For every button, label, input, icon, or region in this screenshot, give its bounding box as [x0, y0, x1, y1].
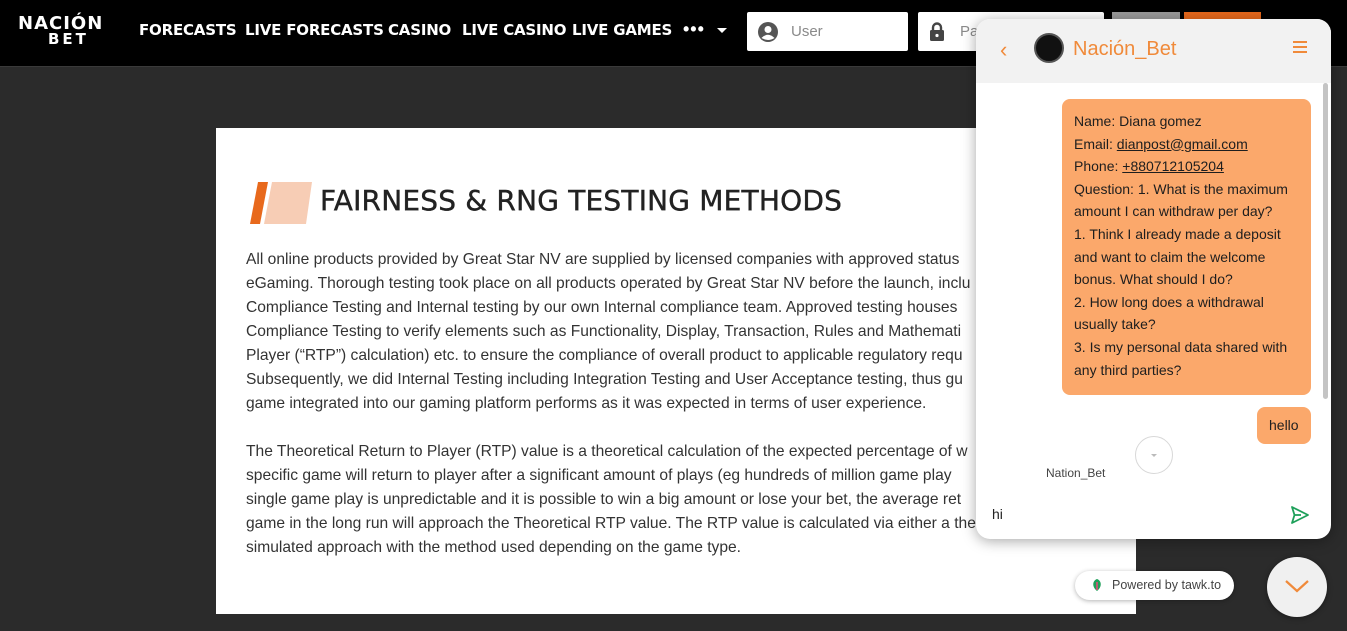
message-line: Question: 1. What is the maximum	[1074, 178, 1299, 201]
chat-minimize-button[interactable]	[1267, 557, 1327, 617]
message-line: usually take?	[1074, 313, 1299, 336]
chat-scrollbar[interactable]	[1323, 83, 1328, 399]
user-icon	[758, 22, 778, 42]
nav-forecasts[interactable]: FORECASTS	[139, 20, 237, 40]
message-line: 3. Is my personal data shared with	[1074, 336, 1299, 359]
powered-by-tawk-badge[interactable]: Powered by tawk.to	[1075, 571, 1234, 600]
message-line: 1. Think I already made a deposit	[1074, 223, 1299, 246]
message-line-text: any third parties?	[1074, 361, 1182, 378]
logo-line2: BET	[48, 30, 89, 48]
message-line: Name: Diana gomez	[1074, 110, 1299, 133]
page-title: FAIRNESS & RNG TESTING METHODS	[320, 184, 843, 217]
nav-live-games[interactable]: LIVE GAMES	[572, 20, 672, 40]
message-link[interactable]: dianpost@gmail.com	[1117, 136, 1248, 152]
agent-label: Nation_Bet	[1046, 466, 1106, 480]
message-line-text: Phone:	[1074, 158, 1123, 175]
message-line-text: 1. Think I already made a deposit	[1074, 225, 1281, 242]
tawk-leaf-icon	[1093, 579, 1101, 591]
avatar	[1034, 33, 1064, 63]
message-line: bonus. What should I do?	[1074, 268, 1299, 291]
chat-header: ‹ Nación_Bet	[976, 19, 1331, 83]
nav-live-casino[interactable]: LIVE CASINO	[462, 20, 567, 40]
lock-icon	[930, 22, 944, 41]
message-line-text: 2. How long does a withdrawal	[1074, 293, 1264, 310]
nav-live-forecasts[interactable]: LIVE FORECASTS	[245, 20, 384, 40]
back-arrow-icon[interactable]: ‹	[1000, 39, 1007, 61]
chevron-down-icon[interactable]	[717, 28, 727, 33]
message-line: Email: dianpost@gmail.com	[1074, 133, 1299, 156]
message-line-text: bonus. What should I do?	[1074, 271, 1233, 288]
more-menu-icon[interactable]: •••	[683, 19, 705, 40]
username-field[interactable]: User	[747, 12, 908, 51]
chat-message-input[interactable]: hi	[992, 506, 1003, 522]
message-line: 2. How long does a withdrawal	[1074, 291, 1299, 314]
message-line: any third parties?	[1074, 359, 1299, 382]
paragraph-line: simulated approach with the method used …	[246, 539, 742, 556]
message-line: amount I can withdraw per day?	[1074, 200, 1299, 223]
message-line: and want to claim the welcome	[1074, 246, 1299, 269]
message-line-text: and want to claim the welcome	[1074, 248, 1266, 265]
message-line-text: usually take?	[1074, 316, 1156, 333]
chat-widget: ‹ Nación_Bet Name: Diana gomez Email: dia…	[976, 19, 1331, 539]
nacion-bet-logo[interactable]: NACIÓN BET	[18, 15, 124, 49]
visitor-message-hello: hello	[1257, 407, 1311, 444]
hamburger-menu-icon[interactable]	[1293, 41, 1307, 54]
message-line-text: Name: Diana gomez	[1074, 113, 1202, 129]
scroll-down-icon[interactable]	[1135, 436, 1173, 474]
message-line-text: Email:	[1074, 135, 1117, 152]
chat-agent-name: Nación_Bet	[1073, 38, 1177, 60]
chevron-down-icon	[1285, 580, 1309, 593]
username-placeholder: User	[791, 23, 823, 40]
message-link[interactable]: +880712105204	[1122, 158, 1224, 174]
visitor-message: Name: Diana gomez Email: dianpost@gmail.c…	[1062, 99, 1311, 395]
message-line-text: 3. Is my personal data shared with	[1074, 338, 1288, 355]
message-line: Phone: +880712105204	[1074, 155, 1299, 178]
title-decoration-icon	[250, 182, 312, 224]
send-icon[interactable]	[1290, 505, 1310, 525]
message-line-text: Question: 1. What is the maximum	[1074, 180, 1288, 197]
message-line-text: amount I can withdraw per day?	[1074, 203, 1273, 220]
powered-by-text: Powered by tawk.to	[1112, 578, 1222, 592]
nav-casino[interactable]: CASINO	[388, 20, 451, 40]
